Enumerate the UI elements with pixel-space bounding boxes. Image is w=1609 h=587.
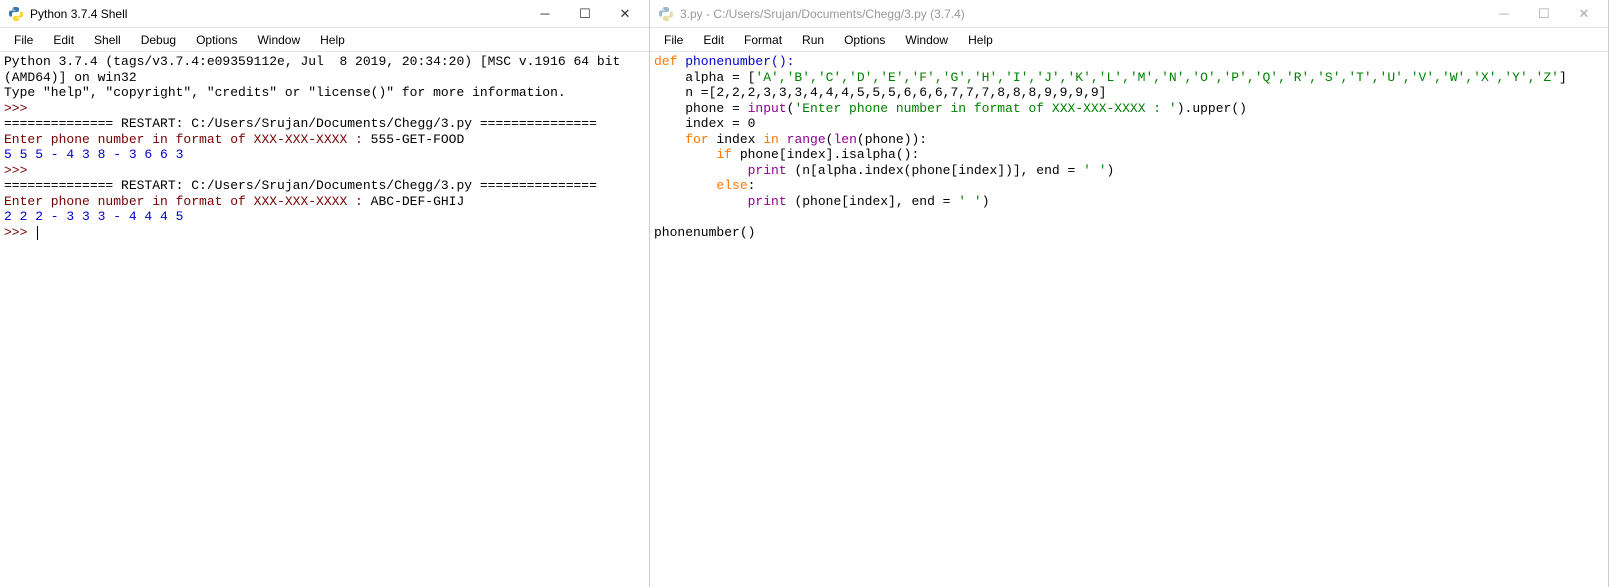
code-text: alpha = [ [654,70,755,85]
code-text: : [748,178,756,193]
shell-prompt: >>> [4,163,27,178]
user-input-2: ABC-DEF-GHIJ [371,194,465,209]
menu-options[interactable]: Options [186,30,247,50]
string-literal: ' ' [1083,163,1106,178]
code-text: (phone[index], end = [787,194,959,209]
code-text: (phone)): [857,132,927,147]
editor-menubar: File Edit Format Run Options Window Help [650,28,1608,52]
code-text: ] [1559,70,1567,85]
menu-edit[interactable]: Edit [693,30,734,50]
code-text: n =[2,2,2,3,3,3,4,4,4,5,5,5,6,6,6,7,7,7,… [654,85,1106,100]
menu-debug[interactable]: Debug [131,30,186,50]
code-text [779,132,787,147]
restart-line-2: ============== RESTART: C:/Users/Srujan/… [4,178,597,193]
menu-edit[interactable]: Edit [43,30,84,50]
close-button[interactable]: ✕ [605,2,645,26]
shell-content[interactable]: Python 3.7.4 (tags/v3.7.4:e09359112e, Ju… [0,52,649,587]
code-text [654,194,748,209]
code-text [654,132,685,147]
shell-header-3: Type "help", "copyright", "credits" or "… [4,85,566,100]
shell-window: Python 3.7.4 Shell ─ ☐ ✕ File Edit Shell… [0,0,650,587]
menu-run[interactable]: Run [792,30,834,50]
builtin-print: print [748,194,787,209]
shell-header-1: Python 3.7.4 (tags/v3.7.4:e09359112e, Ju… [4,54,620,69]
code-text: phonenumber() [654,225,755,240]
shell-header-2: (AMD64)] on win32 [4,70,137,85]
input-prompt-1: Enter phone number in format of XXX-XXX-… [4,132,371,147]
shell-prompt: >>> [4,101,27,116]
code-text [654,178,716,193]
kw-def: def [654,54,677,69]
string-literal: 'A','B','C','D','E','F','G','H','I','J',… [755,70,1559,85]
python-icon [658,6,674,22]
code-text [654,147,716,162]
builtin-len: len [833,132,856,147]
builtin-input: input [748,101,787,116]
code-text: index = 0 [654,116,755,131]
code-text: phonenumber(): [677,54,794,69]
restart-line-1: ============== RESTART: C:/Users/Srujan/… [4,116,597,131]
string-literal: ' ' [958,194,981,209]
python-icon [8,6,24,22]
window-controls: ─ ☐ ✕ [525,2,645,26]
minimize-button[interactable]: ─ [525,2,565,26]
shell-titlebar: Python 3.7.4 Shell ─ ☐ ✕ [0,0,649,28]
user-input-1: 555-GET-FOOD [371,132,465,147]
code-text: phone[index].isalpha(): [732,147,919,162]
close-button[interactable]: ✕ [1564,2,1604,26]
minimize-button[interactable]: ─ [1484,2,1524,26]
menu-options[interactable]: Options [834,30,895,50]
editor-window: 3.py - C:/Users/Srujan/Documents/Chegg/3… [650,0,1609,587]
kw-for: for [685,132,708,147]
kw-else: else [716,178,747,193]
shell-menubar: File Edit Shell Debug Options Window Hel… [0,28,649,52]
maximize-button[interactable]: ☐ [565,2,605,26]
output-2: 2 2 2 - 3 3 3 - 4 4 4 5 [4,209,191,224]
window-controls: ─ ☐ ✕ [1484,2,1604,26]
code-text: ) [1107,163,1115,178]
code-text: ).upper() [1177,101,1247,116]
menu-format[interactable]: Format [734,30,792,50]
code-text: index [709,132,764,147]
kw-in: in [763,132,779,147]
shell-title: Python 3.7.4 Shell [30,7,525,21]
kw-if: if [716,147,732,162]
code-text: (n[alpha.index(phone[index])], end = [787,163,1083,178]
builtin-range: range [787,132,826,147]
code-text [654,163,748,178]
editor-content[interactable]: def phonenumber(): alpha = ['A','B','C',… [650,52,1608,587]
menu-shell[interactable]: Shell [84,30,131,50]
menu-file[interactable]: File [4,30,43,50]
text-cursor [37,226,38,240]
menu-help[interactable]: Help [958,30,1003,50]
builtin-print: print [748,163,787,178]
code-text: ) [982,194,990,209]
maximize-button[interactable]: ☐ [1524,2,1564,26]
menu-window[interactable]: Window [895,30,958,50]
menu-help[interactable]: Help [310,30,355,50]
shell-prompt: >>> [4,225,27,240]
editor-title: 3.py - C:/Users/Srujan/Documents/Chegg/3… [680,7,1484,21]
output-1: 5 5 5 - 4 3 8 - 3 6 6 3 [4,147,191,162]
string-literal: 'Enter phone number in format of XXX-XXX… [794,101,1176,116]
menu-file[interactable]: File [654,30,693,50]
menu-window[interactable]: Window [247,30,310,50]
input-prompt-2: Enter phone number in format of XXX-XXX-… [4,194,371,209]
code-text: phone = [654,101,748,116]
editor-titlebar: 3.py - C:/Users/Srujan/Documents/Chegg/3… [650,0,1608,28]
